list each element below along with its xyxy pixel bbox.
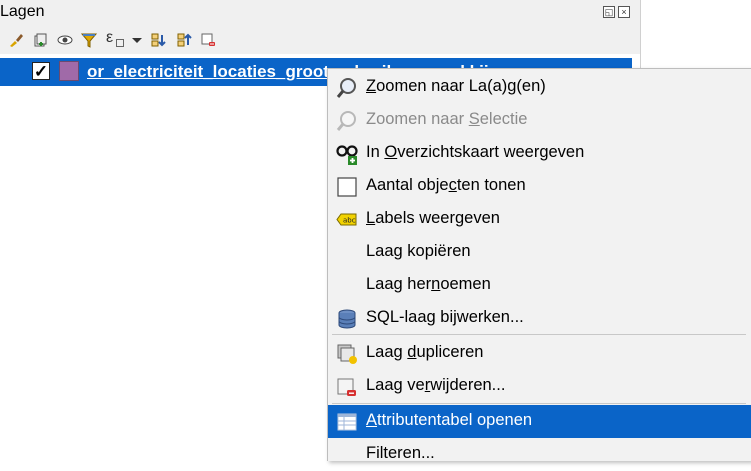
- menu-item-show-labels[interactable]: abc Labels weergeven: [328, 203, 751, 236]
- svg-text:abc: abc: [343, 217, 356, 225]
- panel-header: Lagen ◱ ×: [0, 0, 640, 26]
- panel-title: Lagen: [0, 3, 45, 20]
- menu-item-show-feature-count[interactable]: Aantal objecten tonen: [328, 170, 751, 203]
- dropdown-arrow-icon[interactable]: [129, 32, 145, 48]
- remove-layer-icon: [337, 378, 356, 396]
- layer-symbol-swatch: [59, 61, 79, 81]
- menu-item-open-attribute-table[interactable]: Attributentabel openen: [328, 405, 751, 438]
- menu-item-copy-layer[interactable]: Laag kopiëren: [328, 236, 751, 269]
- menu-separator: [332, 334, 746, 335]
- menu-item-filter[interactable]: Filteren...: [328, 438, 751, 471]
- layer-visibility-checkbox[interactable]: ✓: [32, 62, 50, 80]
- filter-icon[interactable]: [81, 32, 97, 48]
- layers-toolbar: ε: [0, 26, 640, 54]
- menu-separator: [332, 403, 746, 404]
- restore-icon[interactable]: ◱: [603, 6, 615, 18]
- menu-item-zoom-to-selection[interactable]: Zoomen naar Selectie: [328, 104, 751, 137]
- zoom-selection-icon: [336, 111, 356, 131]
- menu-item-rename-layer[interactable]: Laag hernoemen: [328, 269, 751, 302]
- eye-icon[interactable]: [57, 32, 73, 48]
- attribute-table-icon: [337, 413, 357, 431]
- menu-item-duplicate-layer[interactable]: Laag dupliceren: [328, 337, 751, 370]
- close-icon[interactable]: ×: [618, 6, 630, 18]
- duplicate-layer-icon: [337, 344, 357, 364]
- paint-brush-icon[interactable]: [8, 32, 24, 48]
- collapse-all-icon[interactable]: [176, 32, 192, 48]
- layer-context-menu: Zoomen naar La(a)g(en) Zoomen naar Selec…: [327, 68, 751, 462]
- menu-item-zoom-to-layers[interactable]: Zoomen naar La(a)g(en): [328, 71, 751, 104]
- overview-glasses-icon: [336, 145, 358, 165]
- expand-all-icon[interactable]: [150, 32, 166, 48]
- add-group-icon[interactable]: [32, 32, 48, 48]
- remove-layer-icon[interactable]: [200, 32, 216, 48]
- menu-item-show-in-overview[interactable]: In Overzichtskaart weergeven: [328, 137, 751, 170]
- checkbox-icon[interactable]: [336, 176, 358, 198]
- database-icon: [338, 309, 356, 329]
- menu-item-update-sql-layer[interactable]: SQL-laag bijwerken...: [328, 302, 751, 335]
- expression-filter-sub-icon: [116, 39, 124, 47]
- zoom-icon: [336, 78, 356, 98]
- menu-item-remove-layer[interactable]: Laag verwijderen...: [328, 370, 751, 403]
- labels-icon: abc: [336, 213, 357, 226]
